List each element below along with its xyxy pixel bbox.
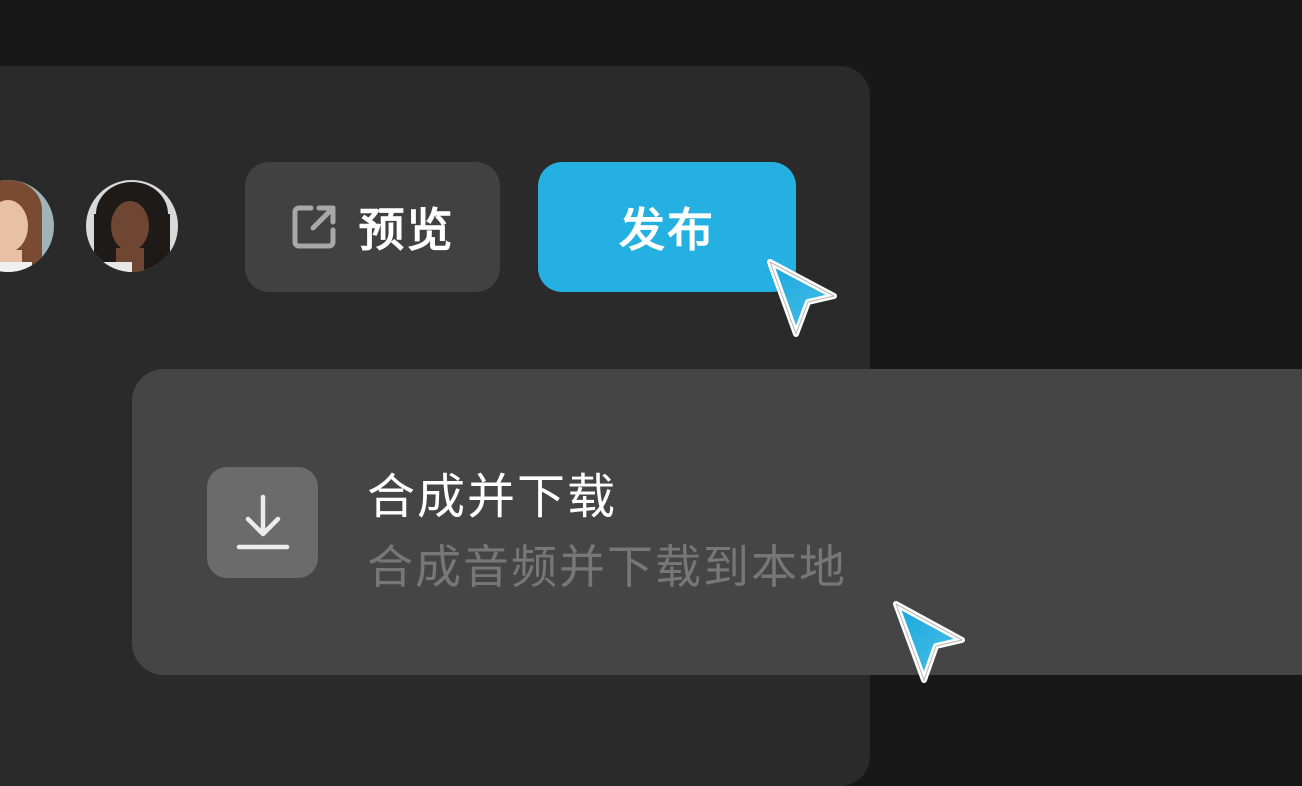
cursor-pointer-icon	[767, 259, 837, 337]
menu-item-synthesize-download[interactable]: 合成并下载 合成音频并下载到本地	[132, 369, 1302, 675]
preview-button[interactable]: 预览	[245, 162, 500, 292]
publish-button-label: 发布	[619, 203, 715, 257]
menu-item-title: 合成并下载	[367, 469, 618, 525]
external-link-icon	[291, 204, 337, 250]
preview-button-label: 预览	[358, 203, 455, 257]
collaborator-avatar-2[interactable]	[86, 180, 178, 272]
cursor-pointer-icon	[893, 601, 965, 683]
download-icon	[236, 494, 289, 549]
download-icon-tile	[207, 467, 318, 578]
avatar-image	[86, 180, 178, 272]
publish-button[interactable]: 发布	[538, 162, 796, 292]
menu-item-description: 合成音频并下载到本地	[367, 540, 847, 594]
publish-menu: 合成并下载 合成音频并下载到本地	[132, 369, 1302, 675]
